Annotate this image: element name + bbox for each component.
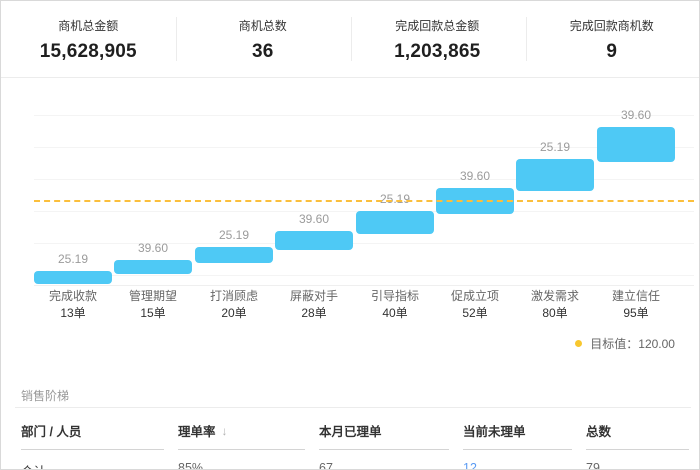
- stat-card-payment-amount: 完成回款总金额 1,203,865: [350, 1, 525, 77]
- bar-value-label: 39.60: [104, 241, 202, 255]
- card-divider: [526, 17, 527, 61]
- column-header-label: 当前未理单: [463, 421, 526, 440]
- funnel-stage-bar[interactable]: [195, 247, 273, 263]
- target-legend-item[interactable]: 目标值：120.00: [575, 335, 675, 352]
- column-header-label: 理单率: [178, 421, 216, 440]
- bar-value-label: 39.60: [587, 108, 685, 122]
- target-dashed-line: [34, 200, 694, 202]
- column-header-dept[interactable]: 部门 / 人员: [21, 414, 164, 450]
- stat-value: 1,203,865: [394, 41, 480, 63]
- stat-label: 完成回款商机数: [570, 17, 654, 34]
- stat-card-opportunity-count: 商机总数 36: [176, 1, 351, 77]
- x-axis-line: [34, 285, 694, 286]
- stats-row: 商机总金额 15,628,905 商机总数 36 完成回款总金额 1,203,8…: [1, 1, 699, 77]
- table-section-title: 销售阶梯: [21, 387, 69, 404]
- funnel-stage-bar[interactable]: [275, 231, 353, 250]
- table-cell-rate: 85%: [178, 450, 305, 470]
- funnel-stage-bar[interactable]: [34, 271, 112, 284]
- column-header-done[interactable]: 本月已理单: [319, 414, 449, 450]
- crm-sales-dashboard: 商机总金额 15,628,905 商机总数 36 完成回款总金额 1,203,8…: [0, 0, 700, 470]
- funnel-stage-bar[interactable]: [516, 159, 594, 191]
- legend-label: 目标值：120.00: [590, 335, 675, 352]
- card-divider: [176, 17, 177, 61]
- sales-ladder-table: 部门 / 人员 理单率 ↓ 本月已理单 当前未理单 总数 合计 85% 67 1…: [21, 414, 689, 470]
- column-header-label: 总数: [586, 421, 611, 440]
- stat-card-opportunity-amount: 商机总金额 15,628,905: [1, 1, 176, 77]
- stat-value: 36: [252, 41, 274, 63]
- stat-value: 15,628,905: [40, 41, 137, 63]
- section-divider: [1, 77, 699, 78]
- table-cell-total: 79: [586, 450, 689, 470]
- table-cell-dept: 合计: [21, 450, 164, 470]
- table-cell-done: 67: [319, 450, 449, 470]
- sales-stair-chart: 目标值：120.00 25.19完成收款13单39.60管理期望15单25.19…: [1, 81, 700, 373]
- column-header-total[interactable]: 总数: [586, 414, 689, 450]
- stat-label: 商机总数: [239, 17, 287, 34]
- column-header-rate[interactable]: 理单率 ↓: [178, 414, 305, 450]
- stat-card-payment-count: 完成回款商机数 9: [525, 1, 700, 77]
- bar-value-label: 25.19: [185, 228, 283, 242]
- x-axis-stage-label: 建立信任: [587, 287, 685, 304]
- bar-value-label: 25.19: [506, 140, 604, 154]
- bar-value-label: 25.19: [346, 192, 444, 206]
- stat-label: 商机总金额: [58, 17, 118, 34]
- bar-value-label: 39.60: [426, 169, 524, 183]
- section-divider: [15, 407, 691, 408]
- funnel-stage-bar[interactable]: [114, 260, 192, 274]
- funnel-stage-bar[interactable]: [597, 127, 675, 162]
- bar-value-label: 39.60: [265, 212, 363, 226]
- funnel-stage-bar[interactable]: [356, 211, 434, 234]
- column-header-label: 部门 / 人员: [21, 421, 81, 440]
- x-axis-count-label: 95单: [587, 304, 685, 321]
- table-cell-pending-link[interactable]: 12: [463, 450, 572, 470]
- gridline: [34, 179, 694, 180]
- gridline: [34, 275, 694, 276]
- legend-dot-icon: [575, 340, 582, 347]
- card-divider: [351, 17, 352, 61]
- column-header-label: 本月已理单: [319, 421, 382, 440]
- sort-descending-icon[interactable]: ↓: [222, 424, 228, 438]
- stat-label: 完成回款总金额: [395, 17, 479, 34]
- column-header-pending[interactable]: 当前未理单: [463, 414, 572, 450]
- stat-value: 9: [606, 41, 617, 63]
